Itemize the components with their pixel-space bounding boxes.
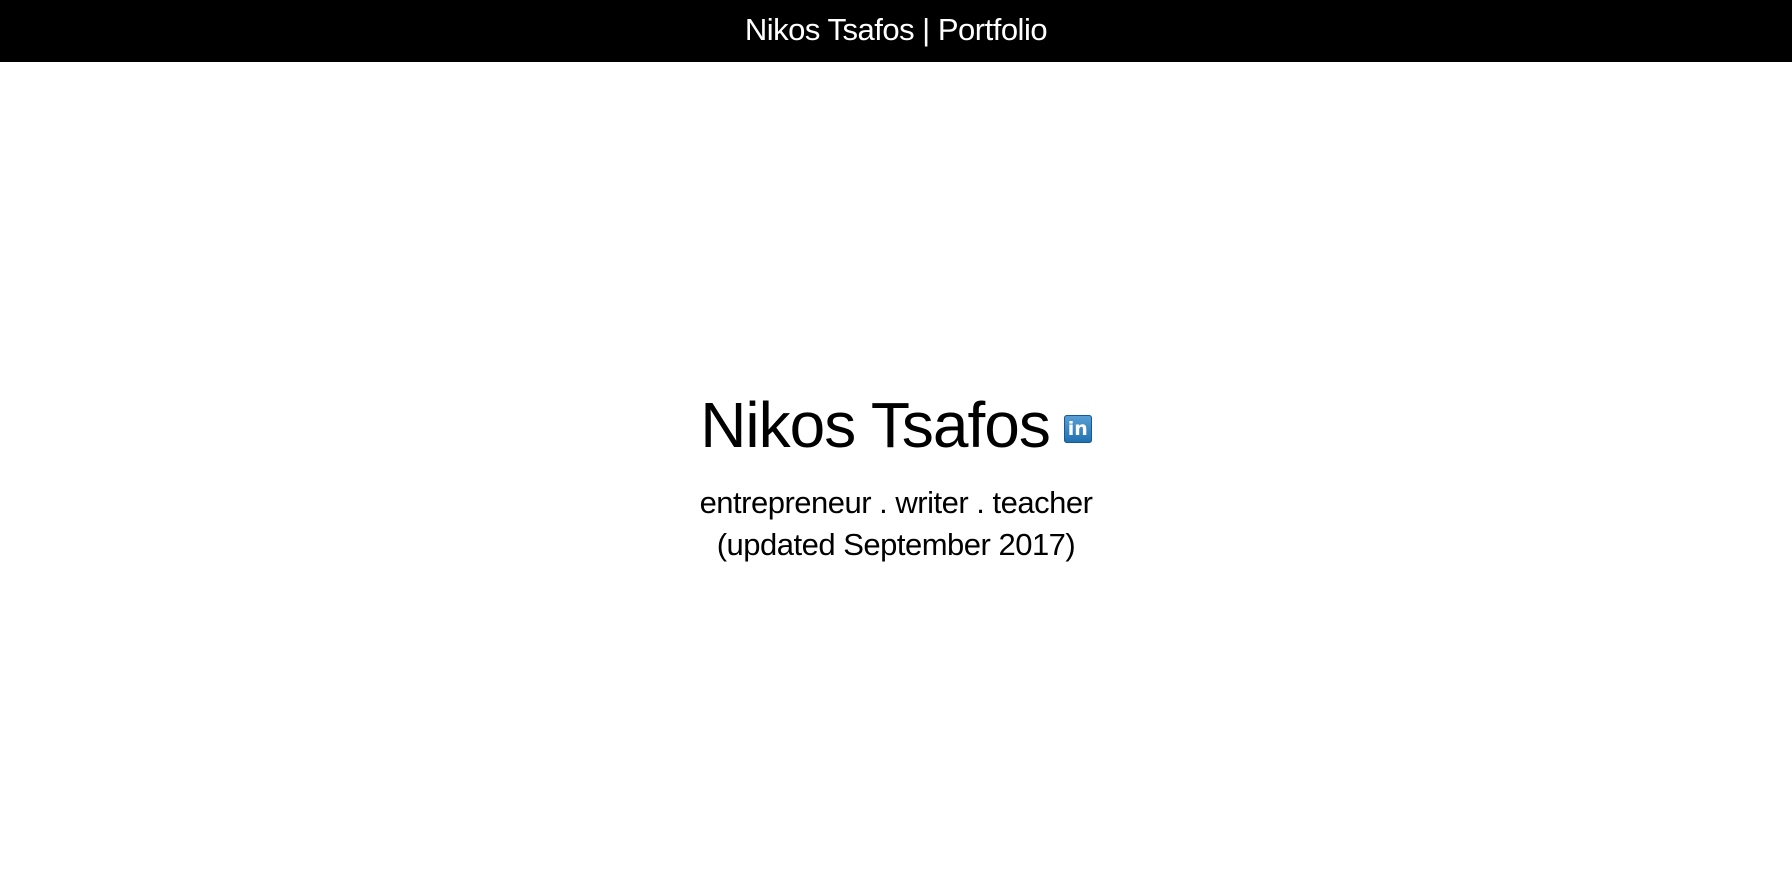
hero-heading: Nikos Tsafos in	[700, 388, 1092, 462]
linkedin-icon[interactable]: in	[1063, 415, 1092, 443]
hero-section: Nikos Tsafos in entrepreneur . writer . …	[0, 388, 1792, 566]
site-title[interactable]: Nikos Tsafos | Portfolio	[745, 14, 1048, 45]
tagline: entrepreneur . writer . teacher	[699, 485, 1093, 520]
updated-note: (updated September 2017)	[716, 526, 1076, 562]
top-bar: Nikos Tsafos | Portfolio	[0, 0, 1792, 62]
page-title: Nikos Tsafos	[700, 389, 1051, 461]
